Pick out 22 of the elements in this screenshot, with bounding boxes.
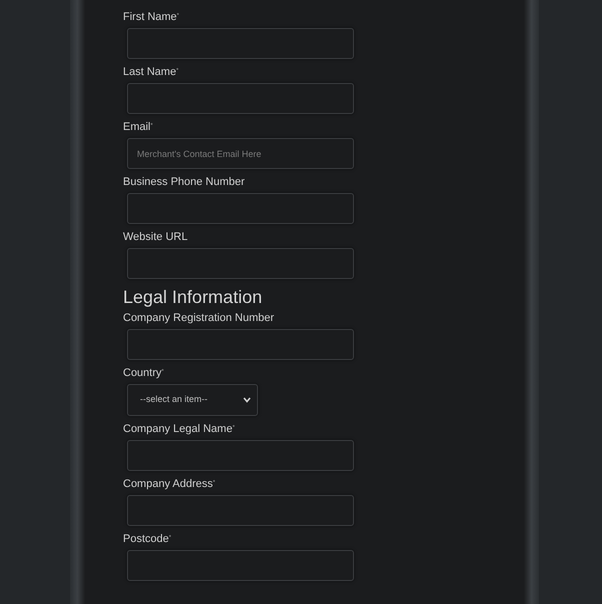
field-label: Country$^{*}$ [123,366,165,380]
section-heading: Legal Information [123,286,264,309]
text-field[interactable] [127,248,354,279]
text-field[interactable] [127,28,354,59]
field-label: Website URL [123,230,189,244]
country-select[interactable]: --select an item-- [127,384,258,416]
text-field[interactable] [127,193,354,224]
text-field[interactable] [127,495,354,526]
text-field[interactable] [127,83,354,114]
field-label: Business Phone Number [123,175,246,189]
text-field[interactable]: Merchant's Contact Email Here [127,138,354,169]
chevron-down-icon [243,397,251,403]
text-field[interactable] [127,440,354,471]
field-label: Company Registration Number [123,311,276,325]
field-label: Postcode$^{*}$ [123,532,172,546]
field-label: Company Address$^{*}$ [123,477,216,491]
text-field[interactable] [127,329,354,360]
text-field[interactable] [127,550,354,581]
field-label: Company Legal Name$^{*}$ [123,422,236,436]
field-label: Email$^{*}$ [123,120,154,134]
field-label: First Name$^{*}$ [123,10,180,24]
field-label: Last Name$^{*}$ [123,65,180,79]
